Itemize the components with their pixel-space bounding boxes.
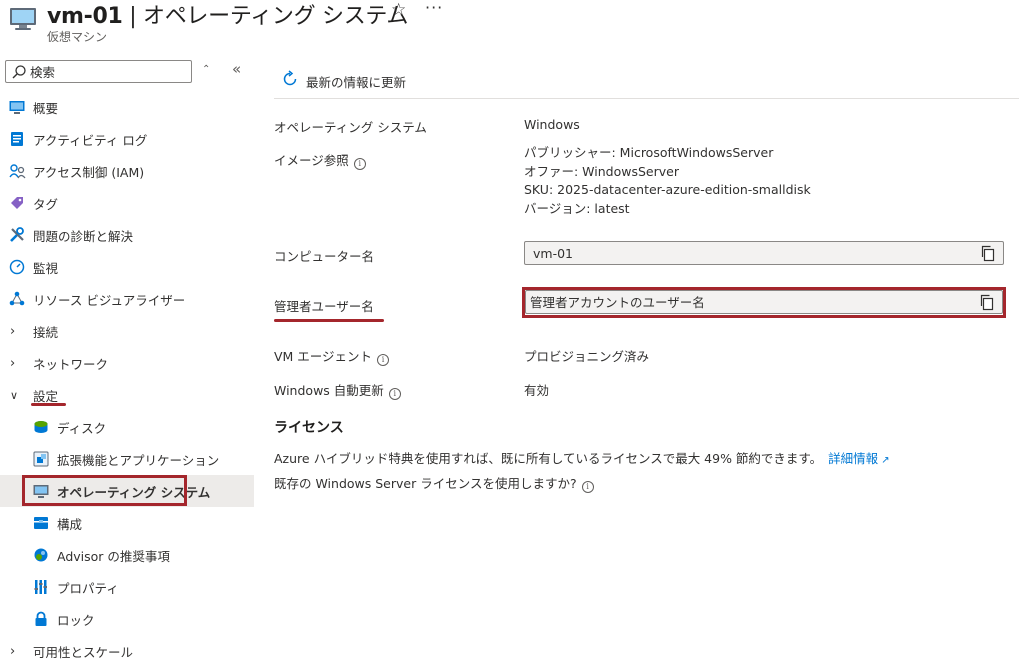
admin-username-label: 管理者ユーザー名 bbox=[274, 299, 374, 314]
chevron-down-icon: ∨ bbox=[10, 388, 19, 402]
settings-highlight-underline bbox=[31, 403, 66, 406]
info-icon[interactable]: i bbox=[377, 354, 390, 366]
image-reference-values: パブリッシャー: MicrosoftWindowsServer オファー: Wi… bbox=[524, 144, 811, 218]
tag-icon bbox=[8, 194, 26, 212]
more-options-icon[interactable]: ··· bbox=[425, 0, 443, 17]
computer-name-input[interactable] bbox=[533, 245, 953, 262]
virtual-machine-icon bbox=[10, 8, 36, 30]
sidebar-group-network[interactable]: › ネットワーク bbox=[0, 347, 254, 379]
sku-value: SKU: 2025-datacenter-azure-edition-small… bbox=[524, 182, 811, 197]
wrench-icon bbox=[8, 226, 26, 244]
chevron-right-icon: › bbox=[10, 323, 16, 339]
collapse-sidebar-icon[interactable]: « bbox=[232, 60, 241, 78]
os-value: Windows bbox=[524, 117, 580, 132]
command-bar: 最新の情報に更新 bbox=[274, 66, 1019, 99]
lock-icon bbox=[32, 610, 50, 628]
copy-icon[interactable] bbox=[980, 245, 996, 262]
sidebar-nav: 概要 アクティビティ ログ アクセス制御 (IAM) タグ 問題の診断と解決 監… bbox=[0, 91, 254, 664]
info-icon[interactable]: i bbox=[581, 481, 594, 493]
monitor-gauge-icon bbox=[8, 258, 26, 276]
favorite-star-icon[interactable]: ☆ bbox=[391, 0, 406, 20]
auto-update-value: 有効 bbox=[524, 383, 550, 398]
chevron-right-icon: › bbox=[10, 355, 16, 371]
sidebar-item-resource-visualizer[interactable]: リソース ビジュアライザー bbox=[0, 283, 254, 315]
monitor-icon bbox=[8, 98, 26, 116]
license-question-row: 既存の Windows Server ライセンスを使用しますか? i bbox=[274, 473, 594, 493]
publisher-value: パブリッシャー: MicrosoftWindowsServer bbox=[524, 145, 774, 160]
computer-name-field[interactable] bbox=[524, 241, 1004, 265]
sidebar-item-iam[interactable]: アクセス制御 (IAM) bbox=[0, 155, 254, 187]
sidebar-item-tags[interactable]: タグ bbox=[0, 187, 254, 219]
page-title: vm-01 | オペレーティング システム bbox=[47, 4, 409, 29]
sidebar-item-advisor[interactable]: Advisor の推奨事項 bbox=[0, 539, 254, 571]
info-icon[interactable]: i bbox=[353, 158, 366, 170]
search-input[interactable] bbox=[30, 63, 185, 81]
activity-log-icon bbox=[8, 130, 26, 148]
search-icon bbox=[12, 65, 26, 79]
sidebar-group-connect[interactable]: › 接続 bbox=[0, 315, 254, 347]
version-value: バージョン: latest bbox=[524, 200, 630, 216]
sidebar-item-activity-log[interactable]: アクティビティ ログ bbox=[0, 123, 254, 155]
resource-visualizer-icon bbox=[8, 290, 26, 308]
operating-system-highlight-box bbox=[22, 475, 187, 506]
chevron-right-icon: › bbox=[10, 643, 16, 659]
offer-value: オファー: WindowsServer bbox=[524, 163, 679, 179]
os-label: オペレーティング システム bbox=[274, 120, 427, 135]
sidebar-item-locks[interactable]: ロック bbox=[0, 603, 254, 635]
admin-username-highlight-box bbox=[522, 287, 1006, 318]
disk-icon bbox=[32, 418, 50, 436]
computer-name-label: コンピューター名 bbox=[274, 249, 375, 264]
learn-more-link[interactable]: 詳細情報 bbox=[828, 451, 878, 466]
sidebar-item-disks[interactable]: ディスク bbox=[0, 411, 254, 443]
sidebar-search[interactable] bbox=[5, 60, 192, 83]
refresh-icon bbox=[283, 70, 297, 86]
external-link-icon: ↗ bbox=[881, 455, 890, 466]
license-section-title: ライセンス bbox=[274, 420, 344, 436]
vm-agent-label-row: VM エージェント i bbox=[274, 346, 390, 366]
sort-updown-icon[interactable]: ⌃ bbox=[202, 64, 210, 75]
properties-icon bbox=[32, 578, 50, 596]
license-description: Azure ハイブリッド特典を使用すれば、既に所有しているライセンスで最大 49… bbox=[274, 451, 890, 466]
sidebar-item-properties[interactable]: プロパティ bbox=[0, 571, 254, 603]
configuration-icon bbox=[32, 514, 50, 532]
image-ref-label-row: イメージ参照 i bbox=[274, 150, 366, 170]
sidebar-item-monitoring[interactable]: 監視 bbox=[0, 251, 254, 283]
sidebar-group-availability[interactable]: › 可用性とスケール bbox=[0, 635, 254, 664]
vm-agent-value: プロビジョニング済み bbox=[524, 349, 650, 364]
page-header: vm-01 | オペレーティング システム 仮想マシン ☆ ··· bbox=[0, 0, 1019, 48]
auto-update-label-row: Windows 自動更新 i bbox=[274, 380, 401, 400]
extensions-icon bbox=[32, 450, 50, 468]
sidebar-item-overview[interactable]: 概要 bbox=[0, 91, 254, 123]
advisor-icon bbox=[32, 546, 50, 564]
info-icon[interactable]: i bbox=[388, 388, 401, 400]
sidebar-item-configuration[interactable]: 構成 bbox=[0, 507, 254, 539]
iam-people-icon bbox=[8, 162, 26, 180]
admin-label-highlight-underline bbox=[274, 319, 384, 322]
sidebar-item-extensions[interactable]: 拡張機能とアプリケーション bbox=[0, 443, 254, 475]
sidebar-item-diagnose[interactable]: 問題の診断と解決 bbox=[0, 219, 254, 251]
sidebar-group-settings[interactable]: ∨ 設定 bbox=[0, 379, 254, 411]
page-subtitle: 仮想マシン bbox=[47, 30, 108, 44]
